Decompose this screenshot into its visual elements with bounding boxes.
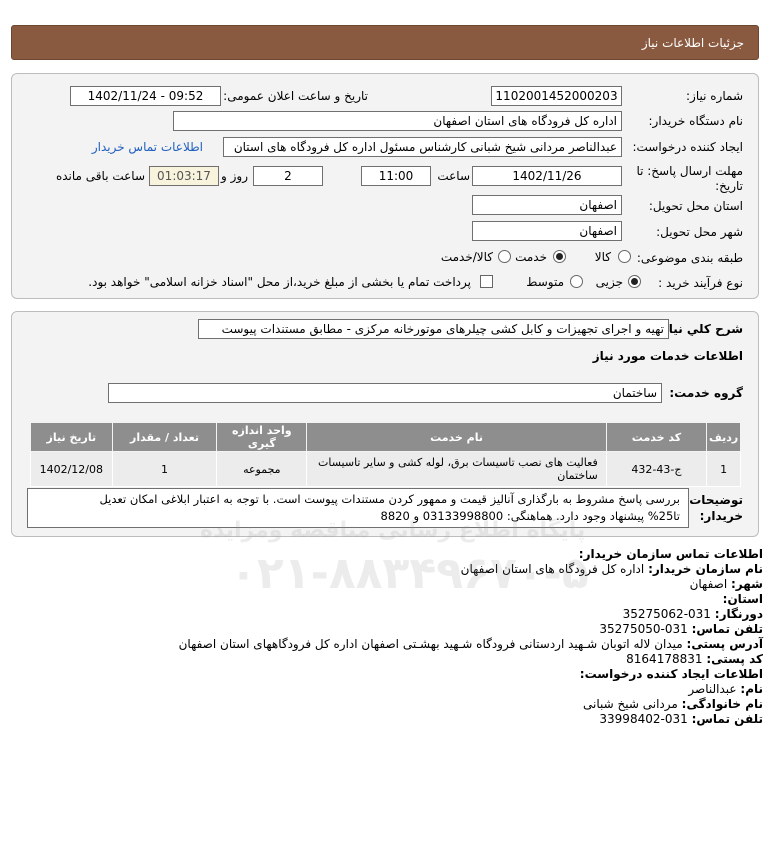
contact-org: اداره کل فرودگاه های استان اصفهان [460,562,645,576]
need-number-field[interactable]: 1102001452000203 [491,86,622,106]
days-field[interactable]: 2 [253,166,323,186]
process-radio-minor[interactable] [628,275,641,288]
category-service-label: خدمت [515,250,547,264]
creator-name-label: نام: [740,682,763,696]
contact-city: اصفهان [689,577,728,591]
category-radio-goods[interactable] [618,250,631,263]
contact-org-label: نام سازمان خریدار: [648,562,763,576]
category-radio-service[interactable] [553,250,566,263]
cell-service-code: ج-43-432 [605,451,708,487]
cell-quantity: 1 [111,451,218,487]
col-quantity: تعداد / مقدار [111,422,218,452]
page-title: جزئیات اطلاعات نیاز [641,36,744,50]
province-label: استان محل تحویل: [648,199,743,213]
service-group-field[interactable]: ساختمان [108,383,662,403]
requester-field[interactable]: عبدالناصر مردانی شیخ شبانی کارشناس مسئول… [223,137,622,157]
requester-label: ایجاد کننده درخواست: [632,140,743,154]
cell-service-name: فعالیت های نصب تاسیسات برق، لوله کشی و س… [306,451,607,487]
buyer-org-label: نام دستگاه خریدار: [648,114,744,128]
contact-address-row: آدرس پستی: میدان لاله اتوبان شـهید اردست… [179,637,763,651]
category-goods-label: کالا [594,250,611,264]
creator-family-row: نام خانوادگی: مردانی شیخ شبانی [583,697,763,711]
creator-name-row: نام: عبدالناصر [688,682,763,696]
buyer-org-field[interactable]: اداره کل فرودگاه های استان اصفهان [173,111,622,131]
contact-fax-row: دورنگار: 031-35275062 [623,607,763,621]
col-need-date: تاریخ نیاز [30,422,113,452]
description-label: شرح کلي نياز: [657,322,743,336]
deadline-time-field[interactable]: 11:00 [361,166,431,186]
payment-treasury-checkbox[interactable] [480,275,493,288]
creator-family-label: نام خانوادگی: [681,697,763,711]
creator-title: اطلاعات ایجاد کننده درخواست: [579,667,763,681]
contact-buyer-link[interactable]: اطلاعات تماس خریدار [92,140,203,154]
services-table-header: تاریخ نیاز تعداد / مقدار واحد اندازه گیر… [30,422,741,452]
remaining-label: ساعت باقی مانده [55,169,145,183]
contact-city-label: شهر: [731,577,763,591]
process-medium-label: متوسط [526,275,564,289]
deadline-date-field[interactable]: 1402/11/26 [472,166,622,186]
days-label: روز و [221,169,248,183]
buyer-notes-label: توضیحات خریدار: [689,493,743,523]
contact-fax-label: دورنگار: [714,607,763,621]
contact-fax: 031-35275062 [622,607,711,621]
cell-row-number: 1 [706,451,741,487]
contact-province-label: استان: [722,592,763,606]
process-label: نوع فرآیند خرید : [658,276,743,290]
creator-name: عبدالناصر [688,682,737,696]
province-field[interactable]: اصفهان [472,195,622,215]
col-row: ردیف [706,422,741,452]
contact-address: میدان لاله اتوبان شـهید اردستانی فرودگاه… [178,637,683,651]
announce-label: تاریخ و ساعت اعلان عمومی: [223,89,368,103]
service-group-label: گروه خدمت: [669,386,743,400]
contact-phone-row: تلفن تماس: 031-35275050 [599,622,763,636]
services-section-title: اطلاعات خدمات مورد نياز [592,349,743,363]
contact-phone: 031-35275050 [599,622,688,636]
buyer-notes-line2: تا25% پیشنهاد وجود دارد. هماهنگی: 031339… [380,509,680,523]
creator-phone-label: تلفن تماس: [691,712,763,726]
category-label: طبقه بندی موضوعی: [636,251,743,265]
col-service-name: نام خدمت [306,422,607,452]
creator-phone: 031-33998402 [599,712,688,726]
col-unit: واحد اندازه گیری [216,422,308,452]
contact-org-row: نام سازمان خریدار: اداره کل فرودگاه های … [461,562,763,576]
contact-city-row: شهر: اصفهان [690,577,763,591]
cell-need-date: 1402/12/08 [30,451,113,487]
page-header: جزئیات اطلاعات نیاز [11,25,759,60]
contact-postal-row: کد پستی: 8164178831 [626,652,763,666]
city-field[interactable]: اصفهان [472,221,622,241]
category-radio-goods-service[interactable] [498,250,511,263]
cell-unit: مجموعه [216,451,308,487]
contact-province-row: استان: [723,592,763,606]
remaining-time-field: 01:03:17 [149,166,219,186]
buyer-notes-box: بررسی پاسخ مشروط به بارگذاری آنالیز قیمت… [27,488,689,528]
contact-postal-label: کد پستی: [706,652,763,666]
city-label: شهر محل تحویل: [656,225,743,239]
process-minor-label: جزیی [595,275,623,289]
contact-address-label: آدرس پستی: [686,637,763,651]
contact-postal: 8164178831 [626,652,703,666]
contact-phone-label: تلفن تماس: [691,622,763,636]
payment-note: پرداخت تمام یا بخشی از مبلغ خرید،از محل … [88,275,471,289]
category-goods-service-label: کالا/خدمت [440,250,493,264]
process-radio-medium[interactable] [570,275,583,288]
services-table: تاریخ نیاز تعداد / مقدار واحد اندازه گیر… [30,422,741,487]
announce-field[interactable]: 1402/11/24 - 09:52 [70,86,221,106]
need-number-label: شماره نیاز: [686,89,743,103]
deadline-label: مهلت ارسال پاسخ: تا تاریخ: [636,164,743,193]
deadline-time-label: ساعت [437,169,470,183]
contact-title: اطلاعات تماس سازمان خریدار: [578,547,763,561]
table-row[interactable]: 1402/12/08 1 مجموعه فعالیت های نصب تاسیس… [30,451,741,487]
description-field[interactable]: تهیه و اجرای تجهیزات و کابل کشی چیلرهای … [198,319,669,339]
creator-phone-row: تلفن تماس: 031-33998402 [599,712,763,726]
creator-family: مردانی شیخ شبانی [583,697,678,711]
buyer-notes-line1: بررسی پاسخ مشروط به بارگذاری آنالیز قیمت… [99,492,680,506]
col-service-code: کد خدمت [605,422,708,452]
